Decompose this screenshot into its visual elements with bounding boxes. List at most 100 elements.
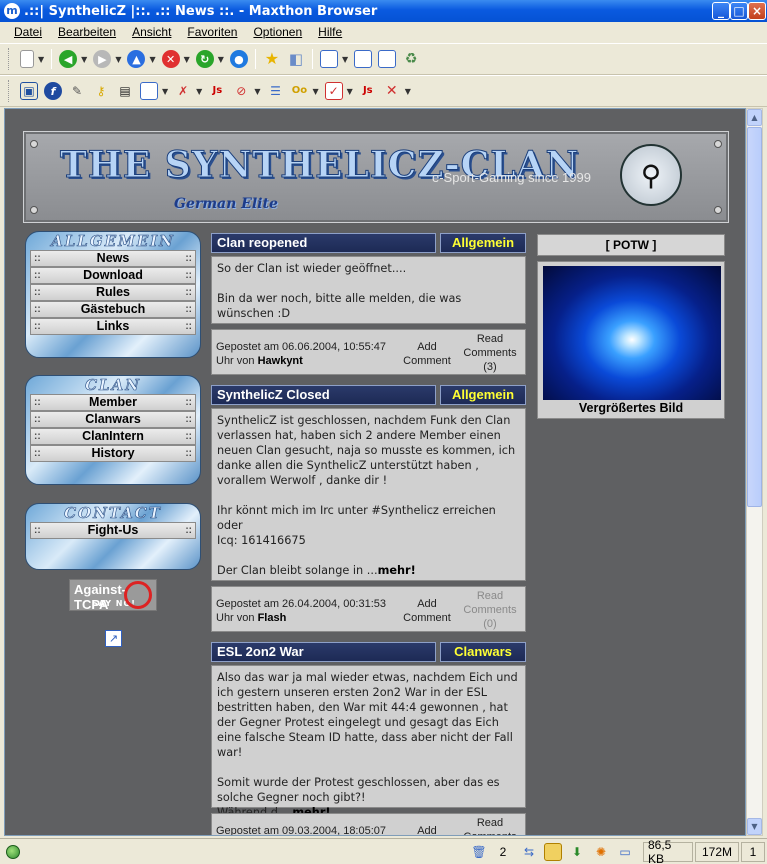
split-view-icon[interactable]	[378, 50, 397, 68]
news-posted: Gepostet am 26.04.2004, 00:31:53	[216, 598, 387, 610]
nav-clanintern[interactable]: ClanIntern	[30, 428, 196, 445]
javascript-icon[interactable]: Js	[359, 82, 377, 100]
chevron-down-icon[interactable]: ▼	[405, 87, 411, 96]
block-images-icon[interactable]: ✗	[174, 82, 192, 100]
stats-chart-icon[interactable]: ↗	[105, 630, 122, 647]
chevron-down-icon[interactable]: ▼	[347, 87, 353, 96]
nav-rules[interactable]: Rules	[30, 284, 196, 301]
layout-icon[interactable]	[319, 50, 338, 68]
sun-icon[interactable]: ✺	[592, 843, 610, 861]
news-title: ESL 2on2 War	[211, 642, 436, 662]
favorites-star-icon[interactable]: ★	[263, 50, 281, 68]
menu-datei[interactable]: Datei	[14, 25, 42, 39]
bolt-icon	[714, 206, 722, 214]
news-author[interactable]: Hawkynt	[258, 355, 303, 367]
forward-icon[interactable]: ▶	[93, 50, 112, 68]
minimize-button[interactable]: _	[712, 2, 730, 20]
add-comment-link[interactable]: Add Comment	[402, 597, 452, 625]
chevron-down-icon[interactable]: ▼	[162, 87, 168, 96]
nav-history[interactable]: History	[30, 445, 196, 462]
menu-bearbeiten[interactable]: Bearbeiten	[58, 25, 116, 39]
popup-blocker-icon[interactable]	[544, 842, 562, 861]
news-category[interactable]: Allgemein	[440, 233, 526, 253]
plugin-icon[interactable]: ✎	[68, 82, 86, 100]
trash-icon[interactable]: 🗑	[470, 843, 488, 861]
plugin-toolbar: ▣ f ✎ ⚷ ▤ ▼ ✗ ▼ Js ⊘ ▼ ☰ Oo ▼ ✓ ▼ Js ✕ ▼	[0, 75, 767, 107]
proxy-icon[interactable]: ⇆	[520, 843, 538, 861]
bolt-icon	[30, 140, 38, 148]
read-comments-link[interactable]: Read Comments (0)	[460, 589, 520, 631]
sidebar-contact: CONTACT Fight-Us	[25, 503, 201, 570]
nav-download[interactable]: Download	[30, 267, 196, 284]
table-icon[interactable]	[140, 82, 158, 100]
potw-image[interactable]	[543, 266, 721, 400]
nav-member[interactable]: Member	[30, 394, 196, 411]
flash-icon[interactable]: f	[44, 82, 62, 100]
back-icon[interactable]: ◀	[59, 50, 78, 68]
sidebar-allgemein: ALLGEMEIN News Download Rules Gästebuch …	[25, 231, 201, 358]
nav-links[interactable]: Links	[30, 318, 196, 335]
home-icon[interactable]: ●	[229, 50, 248, 68]
add-comment-link[interactable]: Add Comment	[402, 340, 452, 368]
chevron-down-icon[interactable]: ▼	[254, 87, 260, 96]
block-table-icon[interactable]: ✕	[383, 82, 401, 100]
chevron-down-icon[interactable]: ▼	[38, 55, 44, 64]
menu-optionen[interactable]: Optionen	[253, 25, 302, 39]
menu-favoriten[interactable]: Favoriten	[187, 25, 237, 39]
list-icon[interactable]: ☰	[266, 82, 284, 100]
activex-icon[interactable]: Oo	[290, 82, 308, 100]
news-author[interactable]: Flash	[258, 612, 287, 624]
nav-guestbook[interactable]: Gästebuch	[30, 301, 196, 318]
recycle-icon[interactable]: ♻	[402, 50, 420, 68]
chevron-down-icon[interactable]: ▼	[218, 55, 224, 64]
read-comments-link[interactable]: Read Comments	[460, 816, 520, 835]
menu-hilfe[interactable]: Hilfe	[318, 25, 342, 39]
chevron-down-icon[interactable]: ▼	[149, 55, 155, 64]
main-toolbar: ▼ ◀ ▼ ▶ ▼ ▲ ▼ ✕ ▼ ↻ ▼ ● ★ ◧ ▼ ♻	[0, 43, 767, 75]
menu-ansicht[interactable]: Ansicht	[132, 25, 171, 39]
history-icon[interactable]: ◧	[287, 50, 305, 68]
nav-clanwars[interactable]: Clanwars	[30, 411, 196, 428]
scroll-down-button[interactable]: ▼	[747, 818, 762, 835]
toolbar-grip[interactable]	[8, 48, 11, 70]
nav-news[interactable]: News	[30, 250, 196, 267]
close-button[interactable]: ×	[748, 2, 766, 20]
vertical-scrollbar[interactable]: ▲ ▼	[746, 108, 763, 836]
stop-icon[interactable]: ✕	[161, 50, 180, 68]
news-author-prefix: Uhr von	[216, 355, 258, 367]
scroll-thumb[interactable]	[747, 127, 762, 507]
news-category[interactable]: Allgemein	[440, 385, 526, 405]
sidebox-footer	[26, 539, 200, 569]
chevron-down-icon[interactable]: ▼	[312, 87, 318, 96]
chevron-down-icon[interactable]: ▼	[196, 87, 202, 96]
fullscreen-icon[interactable]	[354, 50, 373, 68]
status-count: 2	[499, 844, 507, 859]
window-icon[interactable]: ▭	[616, 843, 634, 861]
maximize-button[interactable]: □	[730, 2, 748, 20]
key-icon[interactable]: ⚷	[92, 82, 110, 100]
maxthon-app-icon[interactable]: m	[4, 3, 20, 19]
refresh-icon[interactable]: ↻	[195, 50, 214, 68]
news-category[interactable]: Clanwars	[440, 642, 526, 662]
chevron-down-icon[interactable]: ▼	[342, 55, 348, 64]
chevron-down-icon[interactable]: ▼	[184, 55, 190, 64]
add-comment-link[interactable]: Add	[402, 824, 452, 835]
nav-fight-us[interactable]: Fight-Us	[30, 522, 196, 539]
bookmark-icon[interactable]: ⬇	[568, 843, 586, 861]
up-icon[interactable]: ▲	[127, 50, 146, 68]
more-link[interactable]: mehr!	[378, 564, 416, 577]
potw-enlarge-link[interactable]: Vergrößertes Bild	[538, 401, 724, 415]
scroll-up-button[interactable]: ▲	[747, 109, 762, 126]
new-page-icon[interactable]	[20, 50, 34, 68]
document-icon[interactable]: ▤	[116, 82, 134, 100]
page-icon[interactable]: ▣	[20, 82, 38, 100]
news-footer: Gepostet am 26.04.2004, 00:31:53 Uhr von …	[211, 586, 526, 632]
chevron-down-icon[interactable]: ▼	[81, 55, 87, 64]
chevron-down-icon[interactable]: ▼	[115, 55, 121, 64]
toolbar-grip[interactable]	[8, 80, 11, 102]
against-tcpa-badge[interactable]: Against-TCPA SAY NO!	[69, 579, 157, 612]
block-popup-icon[interactable]: ⊘	[232, 82, 250, 100]
checkbox-icon[interactable]: ✓	[324, 82, 343, 100]
javascript-icon[interactable]: Js	[208, 82, 226, 100]
read-comments-link[interactable]: Read Comments (3)	[460, 332, 520, 374]
